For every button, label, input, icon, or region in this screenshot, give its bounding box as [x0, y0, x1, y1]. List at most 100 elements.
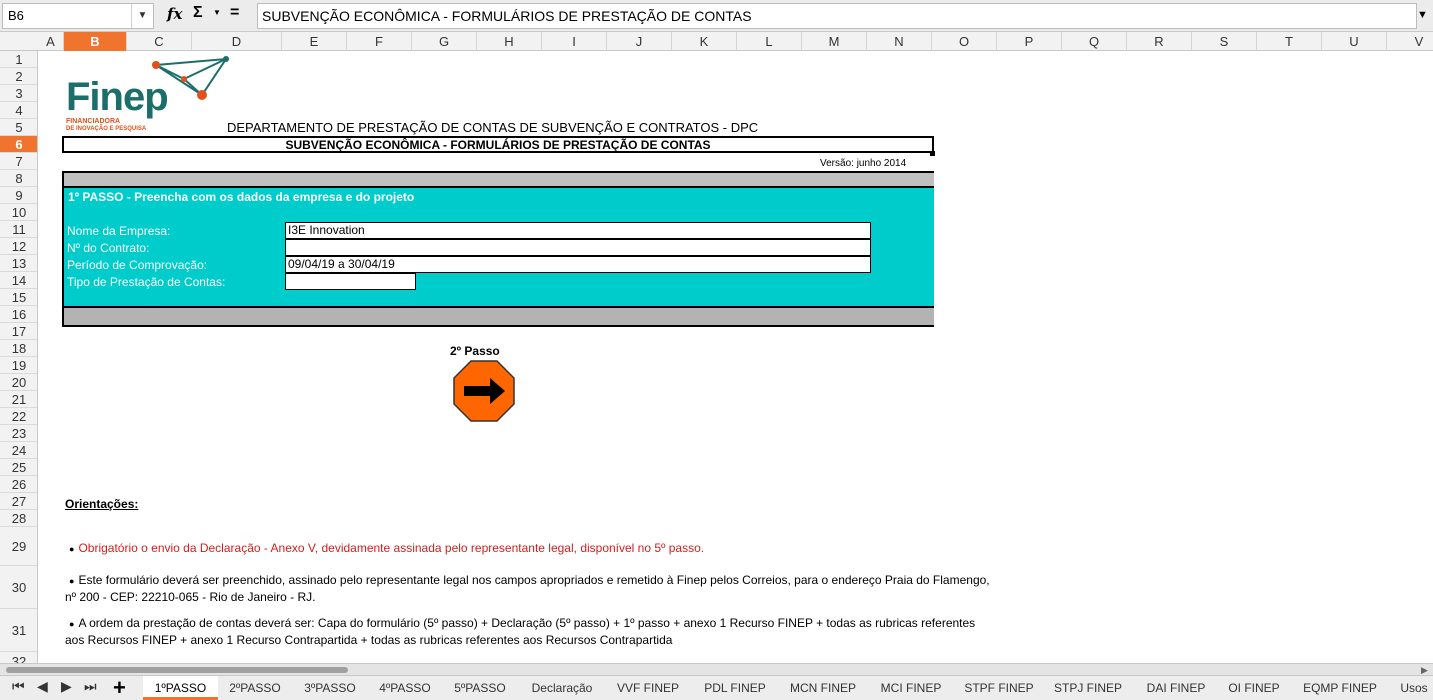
sheet-tab[interactable]: STPJ FINEP: [1045, 676, 1131, 700]
sum-icon[interactable]: Σ: [193, 4, 203, 22]
row-header-5[interactable]: 5: [0, 119, 37, 136]
report-type-field[interactable]: [285, 273, 416, 290]
row-header-8[interactable]: 8: [0, 170, 37, 187]
column-header-a[interactable]: A: [38, 32, 64, 51]
row-header-21[interactable]: 21: [0, 391, 37, 408]
row-header-23[interactable]: 23: [0, 425, 37, 442]
sheet-tab[interactable]: Declaração: [520, 676, 604, 700]
last-sheet-icon[interactable]: ⏭: [84, 678, 97, 695]
row-header-16[interactable]: 16: [0, 306, 37, 323]
column-header-k[interactable]: K: [672, 32, 737, 51]
sheet-tab[interactable]: STPF FINEP: [955, 676, 1043, 700]
step2-arrow-button[interactable]: [452, 359, 516, 423]
row-header-10[interactable]: 10: [0, 204, 37, 221]
sheet-tab[interactable]: VVF FINEP: [608, 676, 688, 700]
row-header-3[interactable]: 3: [0, 85, 37, 102]
column-header-d[interactable]: D: [192, 32, 282, 51]
row-header-14[interactable]: 14: [0, 272, 37, 289]
formula-input[interactable]: SUBVENÇÃO ECONÔMICA - FORMULÁRIOS DE PRE…: [257, 3, 1417, 29]
row-header-11[interactable]: 11: [0, 221, 37, 238]
column-header-h[interactable]: H: [477, 32, 542, 51]
row-header-25[interactable]: 25: [0, 459, 37, 476]
row-header-12[interactable]: 12: [0, 238, 37, 255]
sheet-tab[interactable]: 3ºPASSO: [294, 676, 366, 700]
row-header-9[interactable]: 9: [0, 187, 37, 204]
row-header-31[interactable]: 31: [0, 609, 37, 652]
row-header-26[interactable]: 26: [0, 476, 37, 493]
sheet-tab[interactable]: 5ºPASSO: [444, 676, 516, 700]
row-header-4[interactable]: 4: [0, 102, 37, 119]
column-header-l[interactable]: L: [737, 32, 802, 51]
sheet-tab[interactable]: OI FINEP: [1219, 676, 1289, 700]
row-header-32[interactable]: 32: [0, 652, 37, 663]
row-header-6[interactable]: 6: [0, 136, 37, 153]
selection-fill-handle[interactable]: [930, 151, 935, 156]
row-header-13[interactable]: 13: [0, 255, 37, 272]
main-title-cell[interactable]: SUBVENÇÃO ECONÔMICA - FORMULÁRIOS DE PRE…: [62, 136, 934, 153]
row-header-19[interactable]: 19: [0, 357, 37, 374]
column-header-s[interactable]: S: [1192, 32, 1257, 51]
column-header-o[interactable]: O: [932, 32, 997, 51]
column-header-r[interactable]: R: [1127, 32, 1192, 51]
column-header-q[interactable]: Q: [1062, 32, 1127, 51]
row-header-24[interactable]: 24: [0, 442, 37, 459]
row-header-2[interactable]: 2: [0, 68, 37, 85]
row-header-17[interactable]: 17: [0, 323, 37, 340]
row-header-30[interactable]: 30: [0, 566, 37, 609]
sheet-tab[interactable]: 2ºPASSO: [219, 676, 291, 700]
expand-formula-icon[interactable]: ▼: [1417, 9, 1428, 21]
row-header-18[interactable]: 18: [0, 340, 37, 357]
row-headers: 1 2 3 4 5 6 7 8 9 10 11 12 13 14 15 16 17 18 19 20 21 22 23 24 2…: [0, 51, 38, 663]
first-sheet-icon[interactable]: ⏮: [12, 678, 25, 695]
row-header-27[interactable]: 27: [0, 493, 37, 510]
row-header-22[interactable]: 22: [0, 408, 37, 425]
sheet-tab[interactable]: MCI FINEP: [870, 676, 952, 700]
bullet-icon: ●: [69, 619, 75, 629]
column-header-m[interactable]: M: [802, 32, 867, 51]
sheet-tab[interactable]: Usos: [1395, 676, 1433, 700]
sheet-tab[interactable]: 1ºPASSO: [143, 676, 218, 700]
formula-icon[interactable]: =: [230, 4, 239, 22]
sheet-grid[interactable]: Finep FINANCIADORA DE INOVAÇÃO E PESQUIS…: [38, 51, 1433, 663]
scrollbar-thumb[interactable]: [6, 667, 348, 673]
row-header-1[interactable]: 1: [0, 51, 37, 68]
row-header-20[interactable]: 20: [0, 374, 37, 391]
sheet-tab[interactable]: PDL FINEP: [694, 676, 776, 700]
add-sheet-icon[interactable]: +: [113, 676, 126, 700]
column-header-b[interactable]: B: [64, 32, 127, 51]
row-header-28[interactable]: 28: [0, 510, 37, 527]
company-name-field[interactable]: I3E Innovation: [285, 222, 871, 239]
column-header-u[interactable]: U: [1322, 32, 1387, 51]
function-wizard-icon[interactable]: fx: [167, 5, 182, 23]
column-header-c[interactable]: C: [127, 32, 192, 51]
column-header-f[interactable]: F: [347, 32, 412, 51]
column-header-n[interactable]: N: [867, 32, 932, 51]
next-sheet-icon[interactable]: ▶: [61, 678, 72, 695]
guideline-text: Obrigatório o envio da Declaração - Anex…: [78, 541, 705, 555]
prev-sheet-icon[interactable]: ◀: [37, 678, 48, 695]
name-box-dropdown-icon[interactable]: ▼: [131, 4, 153, 28]
period-label: Período de Comprovação:: [67, 258, 208, 272]
column-header-j[interactable]: J: [607, 32, 672, 51]
row-header-7[interactable]: 7: [0, 153, 37, 170]
contract-number-field[interactable]: [285, 239, 871, 256]
column-header-g[interactable]: G: [412, 32, 477, 51]
sheet-tab[interactable]: DAI FINEP: [1137, 676, 1215, 700]
sum-dropdown-icon[interactable]: ▼: [213, 8, 221, 17]
sheet-tab[interactable]: 4ºPASSO: [369, 676, 441, 700]
logo-subtitle-2: DE INOVAÇÃO E PESQUISA: [66, 126, 147, 132]
logo-wordmark: Finep: [66, 75, 169, 119]
column-header-p[interactable]: P: [997, 32, 1062, 51]
horizontal-scrollbar[interactable]: ▶: [0, 663, 1433, 675]
bullet-icon: ●: [69, 544, 75, 554]
row-header-29[interactable]: 29: [0, 527, 37, 566]
period-field[interactable]: 09/04/19 a 30/04/19: [285, 256, 871, 273]
row-header-15[interactable]: 15: [0, 289, 37, 306]
column-header-t[interactable]: T: [1257, 32, 1322, 51]
column-header-i[interactable]: I: [542, 32, 607, 51]
column-header-e[interactable]: E: [282, 32, 347, 51]
sheet-tab[interactable]: EQMP FINEP: [1295, 676, 1385, 700]
sheet-tab[interactable]: MCN FINEP: [779, 676, 867, 700]
column-headers: ABCDEFGHIJKLMNOPQRSTUV: [0, 32, 1433, 51]
column-header-v[interactable]: V: [1387, 32, 1433, 51]
